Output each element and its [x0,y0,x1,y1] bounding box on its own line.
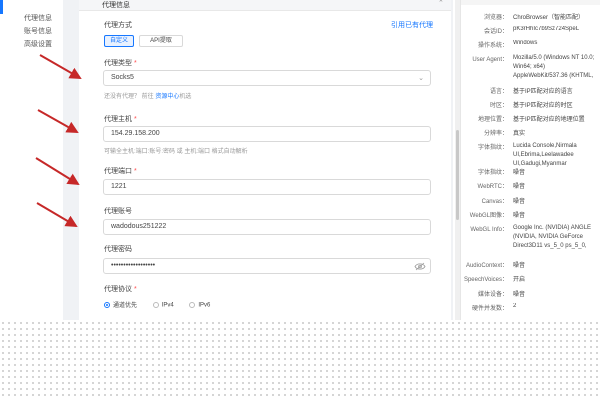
summary-row-value: Windows [513,40,538,46]
sidebar-nav: 代理信息 账号信息 高级设置 [0,0,63,320]
collapse-chevron-icon[interactable]: ⌃ [438,0,444,7]
radio-channel-priority[interactable]: 通道优先 [104,300,137,309]
summary-row-value: 基于IP匹配对应的地理位置 [513,117,585,123]
summary-row-key: AudioContext： [465,263,508,269]
proxy-account-input[interactable]: wadodous251222 [103,219,431,235]
proxy-protocol-radio-group: 通道优先 IPv4 IPv6 [104,300,224,309]
summary-row-value: 噪音 [513,292,526,298]
resource-center-link[interactable]: 资源中心 [155,94,179,100]
panel-header-strip [461,0,600,5]
proxy-host-input[interactable]: 154.29.158.200 [103,126,431,142]
summary-row-key: 浏览器： [483,15,508,21]
summary-row-value: 噪音 [513,263,526,269]
summary-row-value: Mozilla/5.0 (Windows NT 10.0; Win64; x64… [513,55,595,79]
proxy-type-value: Socks5 [111,74,134,81]
proxy-info-card: 代理信息 ⌃ 代理方式 引用已有代理 自定义 API提取 代理类型 * Socks… [79,0,451,320]
main-content: 代理信息 ⌃ 代理方式 引用已有代理 自定义 API提取 代理类型 * Socks… [63,0,453,320]
radio-ipv4[interactable]: IPv4 [152,302,174,309]
radio-unselected-icon [152,302,159,309]
main-scrollbar-thumb[interactable] [456,130,459,220]
summary-row-key: 字体指纹： [477,145,508,151]
tab-custom[interactable]: 自定义 [104,35,134,47]
summary-row-value: 噪音 [513,213,526,219]
summary-row-key: SpeechVoices： [463,277,508,283]
tab-api-extract[interactable]: API提取 [139,35,183,47]
summary-row-key: Canvas： [481,199,508,205]
sidebar-active-indicator [0,0,3,14]
summary-row-key: User Agent： [472,57,508,63]
proxy-type-select[interactable]: Socks5 ⌄ [103,70,431,86]
fingerprint-summary-panel: 浏览器： ChroBrowser（智能匹配） 会话ID： pK3rHhIc7b9Sz7… [460,0,600,320]
summary-row-value: 噪音 [513,184,526,190]
summary-row-value: ChroBrowser（智能匹配） [513,15,585,21]
proxy-port-input[interactable]: 1221 [103,179,431,195]
summary-row-key: 字体指纹： [477,170,508,176]
proxy-port-value: 1221 [111,183,127,190]
summary-row-value: 噪音 [513,199,526,205]
summary-row-key: WebGL图像： [469,213,508,219]
eye-icon[interactable] [414,262,426,271]
summary-row-value: 基于IP匹配对应的时区 [513,103,573,109]
proxy-type-label: 代理类型 * [104,60,137,67]
sidebar-item-advanced-settings[interactable]: 高级设置 [24,39,52,49]
summary-row-key: 时区： [489,103,508,109]
summary-row-value: Google Inc. (NVIDIA) ANGLE (NVIDIA, NVID… [513,225,592,249]
proxy-host-hint: 可输全主机:端口:账号:密码 或 主机:端口 格式自动解析 [104,149,248,155]
card-header: 代理信息 ⌃ [79,0,451,11]
dotted-pattern-overlay [0,320,600,400]
summary-row-value: 基于IP匹配对应的语言 [513,89,573,95]
summary-row-key: WebRTC： [477,184,508,190]
summary-row-key: 操作系统： [477,43,508,49]
proxy-host-value: 154.29.158.200 [111,130,160,137]
proxy-host-label: 代理主机 * [104,116,137,123]
proxy-password-value: •••••••••••••••••• [111,262,156,269]
card-title: 代理信息 [102,2,130,9]
proxy-protocol-label: 代理协议 * [104,286,137,293]
summary-row-value: 真实 [513,131,526,137]
summary-row-key: 会话ID： [483,29,508,35]
summary-row-value: 2 [513,303,517,309]
summary-row-key: 语言： [489,89,508,95]
radio-ipv6[interactable]: IPv6 [189,302,210,309]
summary-row-key: 地理位置： [477,117,508,123]
proxy-password-label: 代理密码 [104,246,132,253]
summary-row-key: 硬件并发数： [471,306,508,312]
proxy-account-value: wadodous251222 [111,223,167,230]
reference-existing-proxy-link[interactable]: 引用已有代理 [391,20,433,30]
proxy-type-hint: 还没有代理？ 前往 资源中心机选 [104,94,192,100]
summary-row-value: 开启 [513,277,526,283]
proxy-account-label: 代理账号 [104,208,132,215]
radio-selected-icon [104,302,110,309]
summary-row-value: Lucida Console,Nirmala UI,Ebrima,Leelawa… [513,143,577,167]
summary-row-key: WebGL Info： [470,227,508,233]
sidebar-item-account-info[interactable]: 账号信息 [24,26,52,36]
summary-row-key: 媒体设备： [477,292,508,298]
chevron-down-icon: ⌄ [418,75,424,82]
summary-row-key: 分辨率： [483,131,508,137]
proxy-password-input[interactable]: •••••••••••••••••• [103,258,431,274]
radio-unselected-icon [189,302,196,309]
summary-row-value: 噪音 [513,170,526,176]
summary-row-value: pK3rHhIc7b9Sz724SpeL [513,26,580,32]
proxy-method-label: 代理方式 [104,22,132,29]
proxy-port-label: 代理端口 * [104,168,137,175]
sidebar-item-proxy-info[interactable]: 代理信息 [24,13,52,23]
